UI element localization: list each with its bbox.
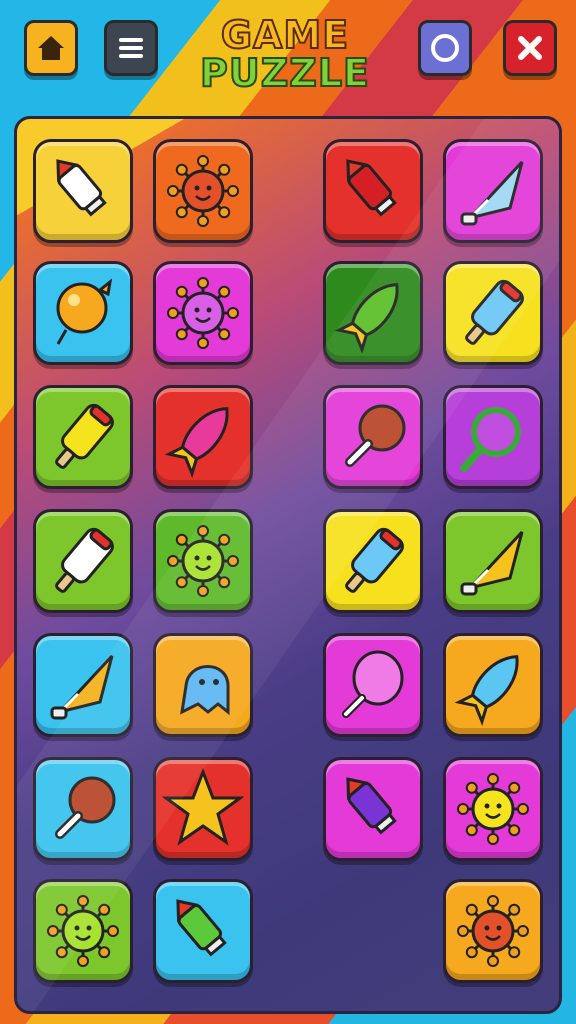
paint-tube-white-icon bbox=[56, 159, 107, 217]
tile-paint-tube-green[interactable] bbox=[153, 879, 253, 983]
tile-rocket-green[interactable] bbox=[323, 261, 423, 365]
tile-star-yellow[interactable] bbox=[153, 757, 253, 861]
ghost-blue-icon bbox=[180, 665, 230, 716]
tile-virus-lime[interactable] bbox=[33, 879, 133, 983]
tile-ice-pop-yellow[interactable] bbox=[33, 385, 133, 489]
tile-ice-pop-blue[interactable] bbox=[443, 261, 543, 365]
ice-pop-blue-icon bbox=[345, 527, 404, 593]
tile-virus-yellow[interactable] bbox=[443, 757, 543, 861]
rocket-green-icon bbox=[334, 283, 399, 354]
ice-pop-white-icon bbox=[55, 527, 114, 593]
puzzle-board bbox=[14, 116, 562, 1014]
crystal-shard-blue-icon bbox=[460, 160, 524, 226]
close-button[interactable] bbox=[503, 20, 557, 76]
tile-drumstick[interactable] bbox=[33, 757, 133, 861]
top-bar: GAME PUZZLE bbox=[0, 0, 576, 104]
title-line1: GAME bbox=[220, 13, 350, 57]
tile-virus-lime[interactable] bbox=[153, 509, 253, 613]
virus-lime-icon bbox=[47, 895, 119, 967]
tile-rocket-pink[interactable] bbox=[153, 385, 253, 489]
tile-paint-tube-red[interactable] bbox=[323, 139, 423, 243]
virus-orange-icon bbox=[167, 155, 239, 227]
drumstick-icon bbox=[345, 404, 406, 467]
tile-virus-orange[interactable] bbox=[153, 139, 253, 243]
hamburger-menu-icon bbox=[119, 38, 143, 58]
magnifier-ring-icon bbox=[460, 407, 521, 472]
tile-virus-orange[interactable] bbox=[443, 879, 543, 983]
tile-lollipop-pink[interactable] bbox=[323, 633, 423, 737]
close-x-icon bbox=[518, 36, 542, 60]
tile-crystal-shard-blue[interactable] bbox=[443, 139, 543, 243]
paint-tube-green-icon bbox=[176, 899, 227, 957]
circle-icon bbox=[431, 34, 459, 62]
virus-lime-icon bbox=[167, 525, 239, 597]
tile-drumstick[interactable] bbox=[323, 385, 423, 489]
rocket-blue-icon bbox=[454, 655, 519, 726]
tile-balloon-orange[interactable] bbox=[33, 261, 133, 365]
balloon-orange-icon bbox=[56, 278, 113, 345]
drumstick-icon bbox=[55, 776, 116, 839]
tile-virus-magenta[interactable] bbox=[153, 261, 253, 365]
tile-ice-pop-blue[interactable] bbox=[323, 509, 423, 613]
title-line2: PUZZLE bbox=[199, 51, 370, 95]
paint-tube-purple-icon bbox=[346, 777, 397, 835]
tile-magnifier-ring[interactable] bbox=[443, 385, 543, 489]
lollipop-pink-icon bbox=[342, 650, 404, 718]
tile-crystal-shard-yellow[interactable] bbox=[443, 509, 543, 613]
virus-magenta-icon bbox=[167, 277, 239, 349]
paint-tube-red-icon bbox=[346, 159, 397, 217]
tile-crystal-shard-orange[interactable] bbox=[33, 633, 133, 737]
virus-yellow-icon bbox=[457, 773, 529, 845]
game-title: GAME PUZZLE bbox=[180, 13, 390, 95]
virus-orange-icon bbox=[457, 895, 529, 967]
star-yellow-icon bbox=[162, 767, 244, 846]
tile-paint-tube-white[interactable] bbox=[33, 139, 133, 243]
tile-rocket-blue[interactable] bbox=[443, 633, 543, 737]
home-icon bbox=[38, 36, 64, 60]
ice-pop-yellow-icon bbox=[55, 403, 114, 469]
home-button[interactable] bbox=[24, 20, 78, 76]
tile-ice-pop-white[interactable] bbox=[33, 509, 133, 613]
circle-button[interactable] bbox=[418, 20, 472, 76]
crystal-shard-yellow-icon bbox=[460, 530, 524, 596]
tile-ghost-blue[interactable] bbox=[153, 633, 253, 737]
tile-paint-tube-purple[interactable] bbox=[323, 757, 423, 861]
ice-pop-blue-icon bbox=[465, 279, 524, 345]
rocket-pink-icon bbox=[164, 407, 229, 478]
menu-button[interactable] bbox=[104, 20, 158, 76]
crystal-shard-orange-icon bbox=[50, 654, 114, 720]
